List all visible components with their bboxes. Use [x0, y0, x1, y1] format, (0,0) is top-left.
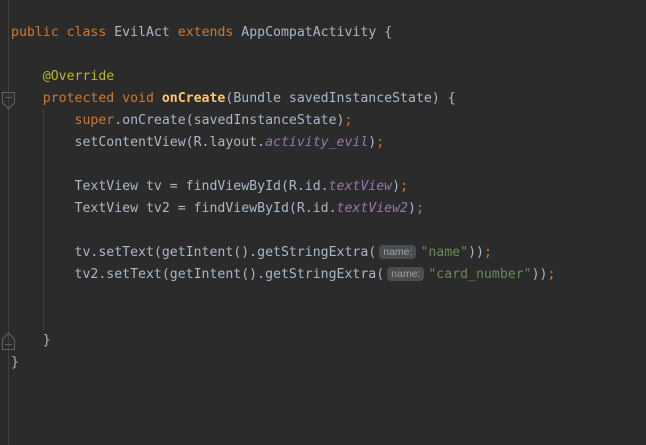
code-token-keyword: extends	[178, 25, 242, 40]
code-token-plain: AppCompatActivity {	[241, 25, 392, 40]
code-token-plain: .onCreate(savedInstanceState)	[114, 113, 344, 128]
code-editor[interactable]: public class EvilAct extends AppCompatAc…	[0, 0, 646, 445]
code-line-2[interactable]	[11, 44, 555, 66]
code-line-12[interactable]: tv2.setText(getIntent().getStringExtra(n…	[11, 264, 555, 286]
code-token-plain	[11, 113, 75, 128]
code-token-keyword: protected void	[43, 91, 162, 106]
code-line-11[interactable]: tv.setText(getIntent().getStringExtra(na…	[11, 242, 555, 264]
code-area[interactable]: public class EvilAct extends AppCompatAc…	[11, 22, 555, 374]
code-line-7[interactable]	[11, 154, 555, 176]
parameter-name-hint: name:	[379, 245, 416, 259]
code-line-10[interactable]	[11, 220, 555, 242]
code-line-1[interactable]: public class EvilAct extends AppCompatAc…	[11, 22, 555, 44]
code-line-8[interactable]: TextView tv = findViewById(R.id.textView…	[11, 176, 555, 198]
code-token-plain: tv2.setText(getIntent().getStringExtra(	[11, 267, 384, 282]
code-token-semicolon: ;	[400, 179, 408, 194]
code-token-method_decl: onCreate	[162, 91, 226, 106]
code-token-static_field: textView2	[337, 201, 408, 216]
parameter-name-hint: name:	[387, 267, 424, 281]
code-token-plain: )	[408, 201, 416, 216]
code-token-semicolon: ;	[376, 135, 384, 150]
code-token-string: "card_number"	[428, 267, 531, 282]
code-line-16[interactable]: }	[11, 352, 555, 374]
code-token-plain	[11, 91, 43, 106]
code-token-plain: tv.setText(getIntent().getStringExtra(	[11, 245, 376, 260]
code-line-6[interactable]: setContentView(R.layout.activity_evil);	[11, 132, 555, 154]
code-token-keyword: super	[75, 113, 115, 128]
code-token-semicolon: ;	[416, 201, 424, 216]
code-line-5[interactable]: super.onCreate(savedInstanceState);	[11, 110, 555, 132]
code-token-semicolon: ;	[344, 113, 352, 128]
code-token-plain: TextView tv2 = findViewById(R.id.	[11, 201, 337, 216]
code-line-13[interactable]	[11, 286, 555, 308]
code-token-plain	[11, 69, 43, 84]
code-token-string: "name"	[420, 245, 468, 260]
code-token-plain: ))	[468, 245, 484, 260]
code-token-plain: setContentView(R.layout.	[11, 135, 265, 150]
code-line-3[interactable]: @Override	[11, 66, 555, 88]
gutter-separator	[8, 0, 9, 445]
code-token-plain: }	[11, 355, 19, 370]
code-token-static_field: activity_evil	[265, 135, 368, 150]
code-token-semicolon: ;	[484, 245, 492, 260]
code-line-15[interactable]: }	[11, 330, 555, 352]
code-token-plain: )	[392, 179, 400, 194]
code-line-9[interactable]: TextView tv2 = findViewById(R.id.textVie…	[11, 198, 555, 220]
code-token-semicolon: ;	[547, 267, 555, 282]
code-line-4[interactable]: protected void onCreate(Bundle savedInst…	[11, 88, 555, 110]
code-token-plain: ))	[532, 267, 548, 282]
code-token-plain: (Bundle savedInstanceState) {	[225, 91, 455, 106]
code-token-plain: EvilAct	[114, 25, 178, 40]
code-line-14[interactable]	[11, 308, 555, 330]
code-token-annotation: @Override	[43, 69, 114, 84]
code-token-static_field: textView	[329, 179, 393, 194]
code-token-plain: }	[11, 333, 51, 348]
code-token-keyword: public class	[11, 25, 114, 40]
code-token-plain: TextView tv = findViewById(R.id.	[11, 179, 329, 194]
